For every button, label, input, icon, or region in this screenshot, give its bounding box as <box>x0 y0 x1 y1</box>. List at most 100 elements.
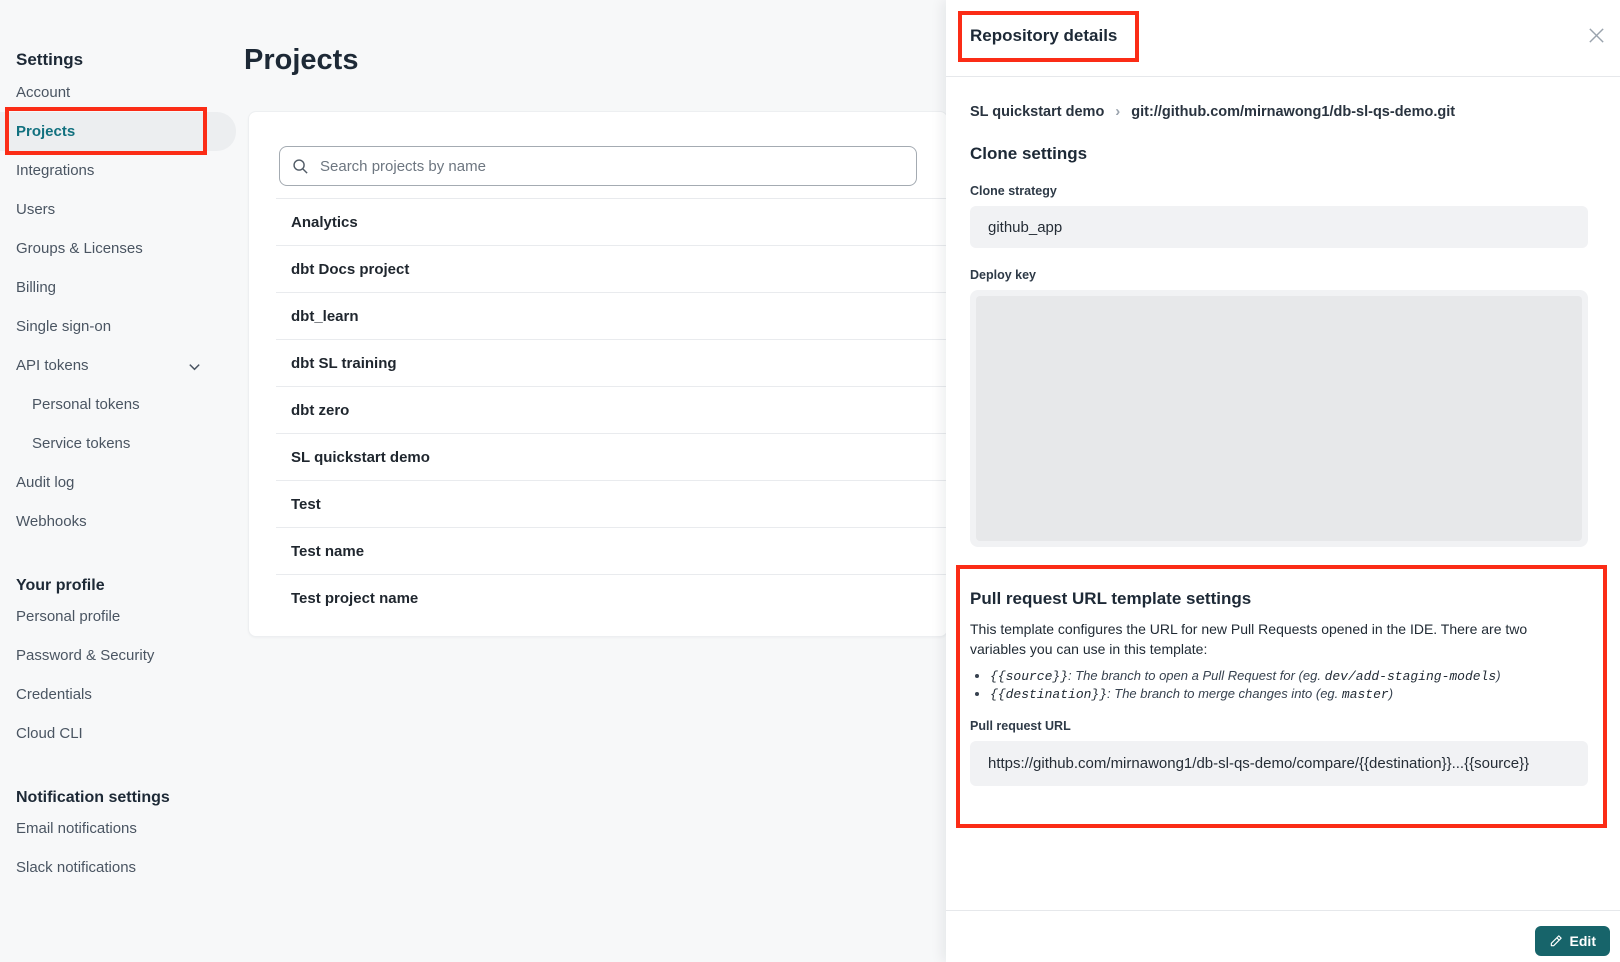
panel-header: Repository details <box>946 0 1620 77</box>
edit-button[interactable]: Edit <box>1535 926 1610 956</box>
sidebar-item-label: API tokens <box>16 357 89 374</box>
sidebar-item-label: Single sign-on <box>16 318 111 335</box>
sidebar-item-label: Email notifications <box>16 820 137 837</box>
sidebar-item-credentials[interactable]: Credentials <box>0 675 236 714</box>
sidebar-item-label: Integrations <box>16 162 94 179</box>
pr-variable-example: dev/add-staging-models <box>1325 669 1497 684</box>
panel-body: SL quickstart demo › git://github.com/mi… <box>946 103 1620 828</box>
sidebar-item-users[interactable]: Users <box>0 190 236 229</box>
pr-variable-example: master <box>1342 687 1389 702</box>
breadcrumb-repo-url: git://github.com/mirnawong1/db-sl-qs-dem… <box>1131 104 1455 120</box>
project-row[interactable]: dbt SL training <box>276 340 947 387</box>
project-name: Test project name <box>291 590 418 607</box>
project-row[interactable]: Analytics <box>276 199 947 246</box>
pr-variable-code: {{source}} <box>990 669 1068 684</box>
sidebar-item-email-notifications[interactable]: Email notifications <box>0 809 236 848</box>
breadcrumb-separator-icon: › <box>1115 103 1120 120</box>
project-name: dbt Docs project <box>291 261 409 278</box>
project-row[interactable]: SL quickstart demo <box>276 434 947 481</box>
pencil-icon <box>1549 934 1563 948</box>
deploy-key-label: Deploy key <box>970 268 1588 282</box>
clone-strategy-input[interactable] <box>970 206 1588 248</box>
sidebar-item-audit-log[interactable]: Audit log <box>0 463 236 502</box>
sidebar-item-webhooks[interactable]: Webhooks <box>0 502 236 541</box>
sidebar-section-notification-settings: Notification settings <box>16 789 240 807</box>
pr-url-label: Pull request URL <box>970 719 1588 733</box>
breadcrumb: SL quickstart demo › git://github.com/mi… <box>970 103 1588 120</box>
sidebar-item-billing[interactable]: Billing <box>0 268 236 307</box>
project-name: dbt SL training <box>291 355 397 372</box>
sidebar-section-your-profile: Your profile <box>16 577 240 595</box>
project-name: Test name <box>291 543 364 560</box>
sidebar-item-label: Cloud CLI <box>16 725 83 742</box>
pr-variable-source: {{source}}: The branch to open a Pull Re… <box>990 667 1588 685</box>
pr-variable-text: : The branch to merge changes into (eg. <box>1107 686 1342 701</box>
close-icon[interactable] <box>1587 26 1606 45</box>
project-row[interactable]: Test name <box>276 528 947 575</box>
sidebar-item-cloud-cli[interactable]: Cloud CLI <box>0 714 236 753</box>
project-row[interactable]: dbt zero <box>276 387 947 434</box>
pr-variable-suffix: ) <box>1496 668 1500 683</box>
pr-variables-list: {{source}}: The branch to open a Pull Re… <box>970 667 1588 703</box>
project-row[interactable]: Test <box>276 481 947 528</box>
pr-settings-description: This template configures the URL for new… <box>970 619 1562 659</box>
sidebar-item-integrations[interactable]: Integrations <box>0 151 236 190</box>
projects-card: Analytics dbt Docs project dbt_learn dbt… <box>248 111 948 637</box>
chevron-down-icon <box>187 359 202 378</box>
project-search <box>279 146 917 186</box>
pr-variable-destination: {{destination}}: The branch to merge cha… <box>990 685 1588 703</box>
sidebar-item-service-tokens[interactable]: Service tokens <box>0 424 236 463</box>
panel-title: Repository details <box>970 26 1117 46</box>
sidebar-item-label: Webhooks <box>16 513 87 530</box>
clone-settings-title: Clone settings <box>970 144 1588 164</box>
sidebar-item-label: Personal profile <box>16 608 120 625</box>
project-row[interactable]: dbt Docs project <box>276 246 947 293</box>
pr-url-input[interactable] <box>970 741 1588 786</box>
pr-settings-title: Pull request URL template settings <box>970 589 1588 609</box>
breadcrumb-project: SL quickstart demo <box>970 104 1104 120</box>
sidebar-item-password-security[interactable]: Password & Security <box>0 636 236 675</box>
project-row[interactable]: Test project name <box>276 575 947 622</box>
sidebar-item-groups-licenses[interactable]: Groups & Licenses <box>0 229 236 268</box>
annotation-box-repository-details: Repository details <box>958 11 1139 62</box>
sidebar-item-single-sign-on[interactable]: Single sign-on <box>0 307 236 346</box>
project-list: Analytics dbt Docs project dbt_learn dbt… <box>276 198 947 622</box>
project-name: Analytics <box>291 214 358 231</box>
sidebar-item-label: Audit log <box>16 474 74 491</box>
deploy-key-redacted-content <box>976 296 1582 541</box>
sidebar-item-projects[interactable]: Projects <box>0 112 236 151</box>
pr-variable-code: {{destination}} <box>990 687 1107 702</box>
sidebar-item-label: Service tokens <box>32 435 130 452</box>
project-name: Test <box>291 496 321 513</box>
sidebar-item-label: Credentials <box>16 686 92 703</box>
pr-variable-suffix: ) <box>1389 686 1393 701</box>
sidebar-item-personal-profile[interactable]: Personal profile <box>0 597 236 636</box>
sidebar-item-label: Personal tokens <box>32 396 140 413</box>
sidebar-item-label: Billing <box>16 279 56 296</box>
sidebar-item-label: Groups & Licenses <box>16 240 143 257</box>
sidebar-item-label: Slack notifications <box>16 859 136 876</box>
deploy-key-field[interactable] <box>970 290 1588 547</box>
settings-sidebar: Settings Account Projects Integrations U… <box>0 0 240 962</box>
sidebar-item-account[interactable]: Account <box>0 73 236 112</box>
sidebar-item-label: Account <box>16 84 70 101</box>
projects-main: Projects Analytics dbt Docs project dbt_… <box>240 0 950 637</box>
panel-footer: Edit <box>946 910 1620 962</box>
page-title: Projects <box>244 44 950 77</box>
sidebar-item-label: Projects <box>16 123 75 140</box>
repository-details-panel: Repository details SL quickstart demo › … <box>946 0 1620 962</box>
sidebar-item-label: Users <box>16 201 55 218</box>
sidebar-item-personal-tokens[interactable]: Personal tokens <box>0 385 236 424</box>
edit-button-label: Edit <box>1570 933 1596 949</box>
clone-strategy-label: Clone strategy <box>970 184 1588 198</box>
sidebar-item-label: Password & Security <box>16 647 154 664</box>
sidebar-item-api-tokens[interactable]: API tokens <box>0 346 236 385</box>
search-input[interactable] <box>318 157 904 176</box>
project-name: SL quickstart demo <box>291 449 430 466</box>
annotation-box-pull-request-settings: Pull request URL template settings This … <box>956 565 1607 828</box>
sidebar-item-slack-notifications[interactable]: Slack notifications <box>0 848 236 887</box>
project-row[interactable]: dbt_learn <box>276 293 947 340</box>
project-name: dbt_learn <box>291 308 359 325</box>
project-name: dbt zero <box>291 402 349 419</box>
pr-variable-text: : The branch to open a Pull Request for … <box>1068 668 1325 683</box>
